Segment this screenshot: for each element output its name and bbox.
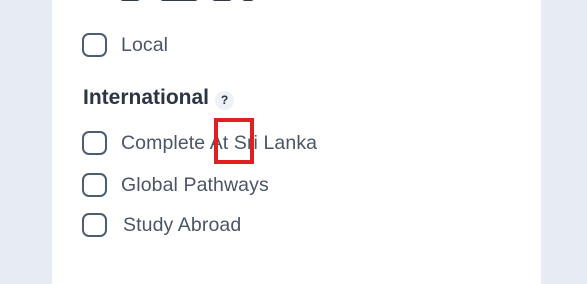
checkbox[interactable] — [82, 131, 107, 155]
page-background-right — [541, 0, 587, 284]
checkbox[interactable] — [82, 33, 107, 57]
option-label: Study Abroad — [123, 213, 242, 236]
filter-option-complete-at-sri-lanka[interactable]: Complete At Sri Lanka — [82, 129, 317, 157]
option-label: Global Pathways — [121, 173, 269, 196]
section-international: International ? — [83, 86, 235, 110]
option-label: Local — [121, 33, 169, 56]
help-icon[interactable]: ? — [215, 90, 235, 110]
filter-option-global-pathways[interactable]: Global Pathways — [82, 171, 269, 199]
filter-option-study-abroad[interactable]: Study Abroad — [82, 211, 241, 239]
clipped-heading-above — [120, 0, 260, 2]
filter-option-local[interactable]: Local — [82, 31, 168, 59]
section-title: International — [83, 86, 210, 109]
checkbox[interactable] — [82, 213, 107, 237]
checkbox[interactable] — [82, 173, 107, 197]
option-label: Complete At Sri Lanka — [121, 131, 318, 154]
page-background-left — [0, 0, 52, 284]
